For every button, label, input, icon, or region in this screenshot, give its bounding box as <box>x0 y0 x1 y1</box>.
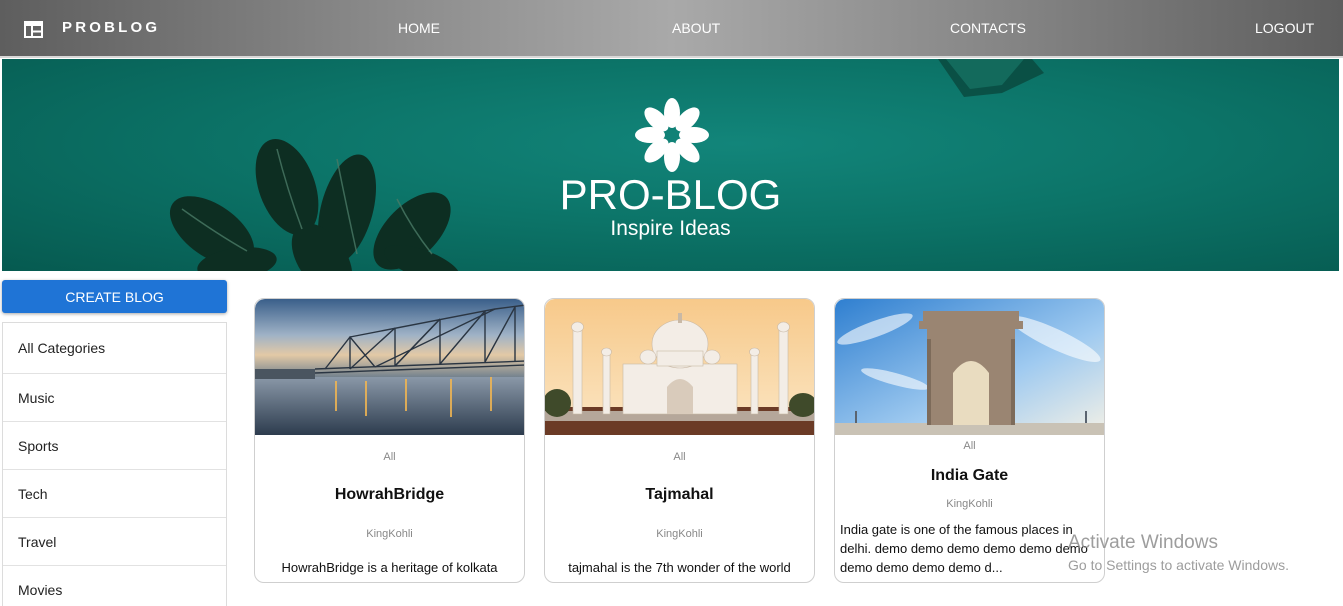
flower-icon <box>635 98 709 172</box>
post-title[interactable]: Tajmahal <box>545 486 814 504</box>
post-author: KingKohli <box>946 498 993 510</box>
banner-subtitle: Inspire Ideas <box>610 217 731 240</box>
post-author: KingKohli <box>366 528 413 540</box>
nav-contacts-link[interactable]: CONTACTS <box>950 20 1026 36</box>
create-blog-button[interactable]: CREATE BLOG <box>2 280 227 313</box>
post-category: All <box>383 451 396 463</box>
nav-home-link[interactable]: HOME <box>398 20 440 36</box>
category-item-movies[interactable]: Movies <box>3 566 226 606</box>
post-card[interactable]: All Tajmahal KingKohli tajmahal is the 7… <box>544 298 815 583</box>
post-title[interactable]: India Gate <box>835 467 1104 485</box>
post-title[interactable]: HowrahBridge <box>255 486 524 504</box>
post-description: tajmahal is the 7th wonder of the world <box>568 560 791 575</box>
banner-title: PRO-BLOG <box>559 171 782 218</box>
post-image <box>255 299 524 435</box>
post-description: India gate is one of the famous places i… <box>840 522 1088 575</box>
post-category: All <box>963 440 976 452</box>
activation-watermark-text: Go to Settings to activate Windows. <box>1068 557 1289 573</box>
category-list: All Categories Music Sports Tech Travel … <box>2 322 227 606</box>
nav-about-link[interactable]: ABOUT <box>672 20 720 36</box>
post-image <box>545 299 814 435</box>
category-item-travel[interactable]: Travel <box>3 518 226 566</box>
post-author: KingKohli <box>656 528 703 540</box>
category-item-sports[interactable]: Sports <box>3 422 226 470</box>
brand-name[interactable]: PROBLOG <box>62 19 160 36</box>
category-item-music[interactable]: Music <box>3 374 226 422</box>
hero-banner: PRO-BLOG Inspire Ideas <box>2 59 1339 271</box>
post-category: All <box>673 451 686 463</box>
post-card[interactable]: All India Gate KingKohli India gate is o… <box>834 298 1105 583</box>
table-layout-icon[interactable] <box>24 21 43 38</box>
nav-logout-link[interactable]: LOGOUT <box>1255 20 1314 36</box>
category-item-tech[interactable]: Tech <box>3 470 226 518</box>
category-item-all[interactable]: All Categories <box>3 323 226 374</box>
post-description: HowrahBridge is a heritage of kolkata <box>281 560 498 575</box>
top-navbar: PROBLOG HOME ABOUT CONTACTS LOGOUT <box>0 0 1343 58</box>
post-image <box>835 299 1104 435</box>
post-card[interactable]: All HowrahBridge KingKohli HowrahBridge … <box>254 298 525 583</box>
activation-watermark-title: Activate Windows <box>1068 532 1218 553</box>
